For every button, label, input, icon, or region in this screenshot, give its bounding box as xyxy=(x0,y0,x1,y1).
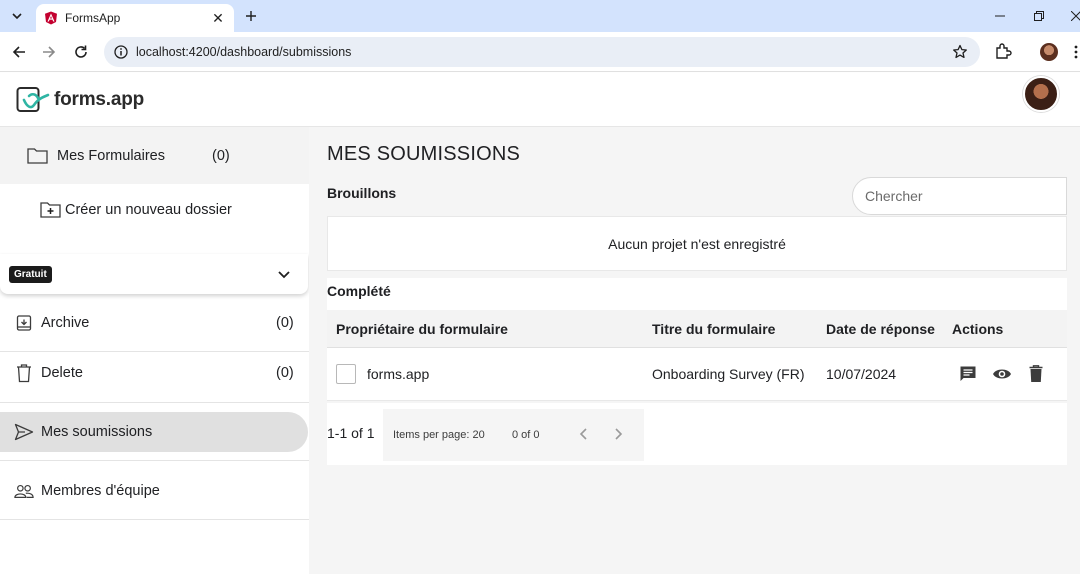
completed-section-header: Complété xyxy=(327,278,1067,311)
chevron-down-icon xyxy=(278,271,290,279)
team-icon xyxy=(14,481,34,501)
table-row[interactable]: forms.app Onboarding Survey (FR) 10/07/2… xyxy=(327,348,1067,401)
main-content: MES SOUMISSIONS Brouillons Aucun projet … xyxy=(309,127,1080,574)
browser-tab[interactable]: FormsApp ✕ xyxy=(36,4,234,32)
reload-button[interactable] xyxy=(71,42,91,62)
sidebar-item-label: Delete xyxy=(41,365,83,381)
create-folder-label: Créer un nouveau dossier xyxy=(65,201,232,218)
drafts-empty-text: Aucun projet n'est enregistré xyxy=(608,235,786,252)
archive-icon xyxy=(14,313,34,333)
view-icon[interactable] xyxy=(992,364,1012,384)
info-icon[interactable] xyxy=(114,45,128,59)
paginator-controls: Items per page: 20 0 of 0 xyxy=(383,409,644,461)
folder-add-icon xyxy=(40,202,61,218)
search-field[interactable] xyxy=(852,177,1067,215)
chevron-down-icon xyxy=(12,13,22,20)
sidebar-item-count: (0) xyxy=(276,314,294,331)
browser-profile-avatar[interactable] xyxy=(1040,43,1058,61)
sidebar-item-label: Mes Formulaires xyxy=(57,148,165,164)
sidebar-item-label: Mes soumissions xyxy=(41,423,153,440)
drafts-empty-state: Aucun projet n'est enregistré xyxy=(327,216,1067,271)
column-header-title[interactable]: Titre du formulaire xyxy=(652,321,775,337)
user-avatar[interactable] xyxy=(1023,76,1059,112)
sidebar-item-team-members[interactable]: Membres d'équipe xyxy=(0,462,309,520)
column-header-owner[interactable]: Propriétaire du formulaire xyxy=(336,321,508,337)
browser-toolbar: localhost:4200/dashboard/submissions xyxy=(0,32,1080,72)
more-vert-icon[interactable] xyxy=(1072,44,1080,60)
sidebar-item-count: (0) xyxy=(212,148,230,164)
plan-badge: Gratuit xyxy=(9,266,52,283)
comment-icon[interactable] xyxy=(958,364,978,384)
back-button[interactable] xyxy=(9,42,29,62)
sidebar-item-my-submissions[interactable]: Mes soumissions xyxy=(0,403,309,461)
tab-list-button[interactable] xyxy=(6,6,28,26)
send-icon xyxy=(14,422,34,442)
completed-section-label: Complété xyxy=(327,283,391,299)
sidebar: Mes Formulaires (0) Créer un nouveau dos… xyxy=(0,127,309,574)
column-header-actions: Actions xyxy=(952,320,1004,337)
minimize-icon xyxy=(995,15,1005,17)
restore-icon xyxy=(1034,11,1044,21)
url-text: localhost:4200/dashboard/submissions xyxy=(136,45,352,59)
restore-button[interactable] xyxy=(1029,6,1049,26)
new-tab-button[interactable] xyxy=(242,7,260,25)
owner-cell: forms.app xyxy=(336,364,429,384)
create-folder-button[interactable]: Créer un nouveau dossier xyxy=(40,201,232,218)
angular-icon xyxy=(45,11,57,25)
sidebar-item-my-forms[interactable]: Mes Formulaires (0) xyxy=(0,127,309,184)
chevron-right-icon[interactable] xyxy=(610,426,626,442)
sidebar-item-label: Archive xyxy=(41,314,90,331)
plan-selector[interactable]: Gratuit xyxy=(0,254,308,294)
form-title-cell: Onboarding Survey (FR) xyxy=(652,366,805,382)
table-header: Propriétaire du formulaire Titre du form… xyxy=(327,310,1067,348)
close-tab-icon[interactable]: ✕ xyxy=(210,10,226,27)
search-input[interactable] xyxy=(865,188,1045,204)
trash-icon xyxy=(14,363,34,383)
page-title: MES SOUMISSIONS xyxy=(327,143,521,165)
chevron-left-icon[interactable] xyxy=(576,426,592,442)
page-range-label: 0 of 0 xyxy=(512,429,540,441)
forms-app-logo-icon xyxy=(16,87,50,112)
minimize-button[interactable] xyxy=(990,6,1010,26)
row-actions xyxy=(958,364,1046,384)
drafts-section-label: Brouillons xyxy=(327,185,397,201)
sidebar-item-delete[interactable]: Delete (0) xyxy=(0,344,309,403)
arrow-right-icon xyxy=(43,46,56,58)
extensions-icon[interactable] xyxy=(994,42,1012,60)
owner-logo-image xyxy=(336,364,356,384)
close-window-button[interactable] xyxy=(1066,6,1080,26)
close-icon xyxy=(1071,11,1080,21)
logo-text: forms.app xyxy=(54,89,145,110)
bookmark-star-icon[interactable] xyxy=(952,44,968,60)
forward-button[interactable] xyxy=(39,42,59,62)
sidebar-item-label: Membres d'équipe xyxy=(41,482,160,499)
tab-title: FormsApp xyxy=(65,11,121,25)
sidebar-item-count: (0) xyxy=(276,365,294,381)
app-header: forms.app xyxy=(0,73,1080,127)
table-paginator: 1-1 of 1 Items per page: 20 0 of 0 xyxy=(327,403,1067,465)
submissions-table: Propriétaire du formulaire Titre du form… xyxy=(327,310,1067,401)
plus-icon xyxy=(246,11,256,21)
column-header-date[interactable]: Date de réponse xyxy=(826,321,935,337)
reload-icon xyxy=(75,45,87,58)
response-date-cell: 10/07/2024 xyxy=(826,366,897,382)
address-bar[interactable]: localhost:4200/dashboard/submissions xyxy=(104,37,980,67)
paginator-range: 1-1 of 1 xyxy=(327,425,375,441)
folder-icon xyxy=(27,148,48,164)
browser-tab-bar: FormsApp ✕ xyxy=(0,0,1080,32)
owner-name: forms.app xyxy=(367,366,430,382)
arrow-left-icon xyxy=(12,46,25,58)
app-logo[interactable]: forms.app xyxy=(16,85,144,115)
delete-icon[interactable] xyxy=(1026,364,1046,384)
items-per-page[interactable]: Items per page: 20 xyxy=(393,429,485,441)
